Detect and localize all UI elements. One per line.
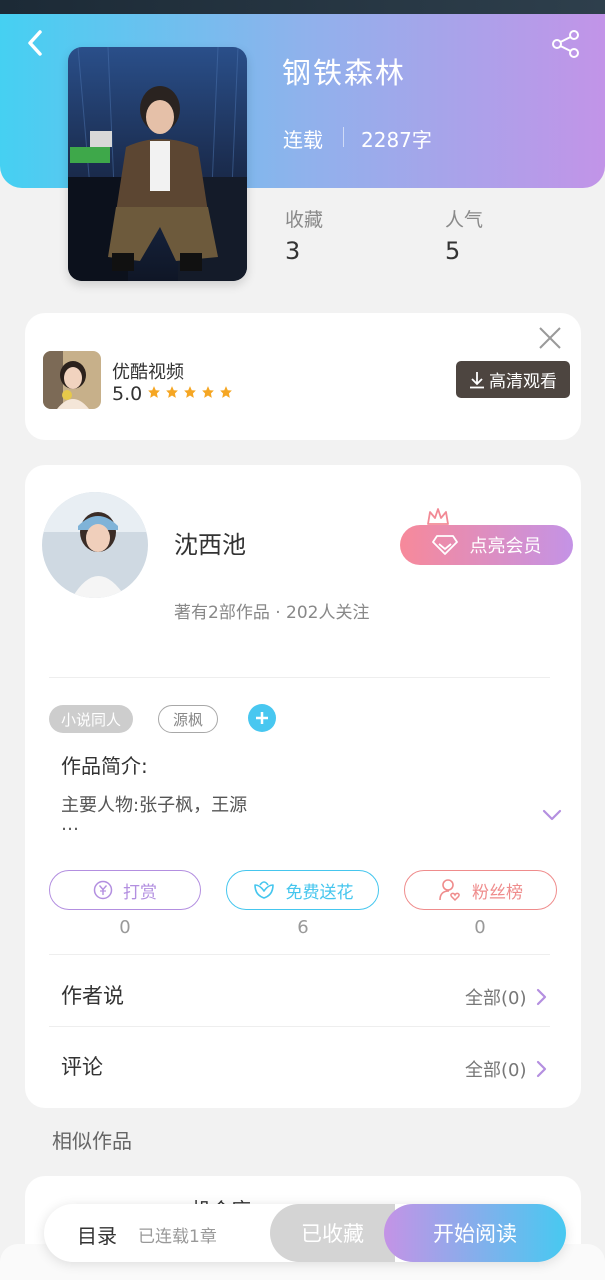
fan-ranking-label: 粉丝榜 — [472, 882, 523, 903]
word-count: 2287字 — [361, 128, 432, 152]
book-title: 钢铁森林 — [282, 56, 407, 90]
send-flower-label: 免费送花 — [285, 882, 354, 903]
chapter-count: 已连载1章 — [138, 1227, 217, 1247]
comments-count: 全部(0) — [465, 1060, 527, 1081]
expand-intro-button[interactable] — [541, 804, 563, 826]
similar-works-title: 相似作品 — [52, 1129, 132, 1153]
divider — [49, 954, 550, 955]
close-button[interactable] — [536, 324, 564, 352]
send-flower-button[interactable]: 免费送花 — [226, 870, 379, 910]
divider — [343, 127, 344, 147]
fan-ranking-button[interactable]: 粉丝榜 — [404, 870, 557, 910]
fan-count: 0 — [474, 917, 486, 938]
user-heart-icon — [439, 879, 460, 902]
star-icon — [202, 386, 214, 398]
add-tag-button[interactable] — [248, 704, 276, 732]
share-icon — [552, 30, 579, 58]
author-says-title: 作者说 — [61, 984, 124, 1008]
start-reading-button[interactable]: 开始阅读 — [384, 1204, 566, 1262]
chevron-right-icon — [536, 1060, 546, 1078]
yuan-coin-icon — [93, 880, 113, 900]
star-icon — [184, 386, 196, 398]
popularity-count: 5 — [445, 237, 461, 265]
chevron-right-icon — [536, 988, 546, 1006]
diamond-icon — [431, 535, 458, 555]
favorites-count: 3 — [285, 237, 301, 265]
popularity-label: 人气 — [445, 209, 484, 231]
ad-rating: 5.0 — [112, 383, 143, 405]
intro-title: 作品简介: — [61, 754, 148, 778]
author-says-count: 全部(0) — [465, 988, 527, 1009]
status-bar — [0, 0, 605, 14]
tip-label: 打赏 — [123, 882, 157, 903]
close-icon — [539, 327, 561, 349]
cover-image — [68, 47, 247, 281]
author-says-all-link[interactable]: 全部(0) — [465, 984, 547, 1010]
tag-category[interactable]: 小说同人 — [49, 705, 134, 733]
flower-count: 6 — [297, 917, 309, 938]
ad-app-name: 优酷视频 — [112, 362, 184, 383]
star-icon — [148, 386, 160, 398]
hd-watch-button[interactable]: 高清观看 — [456, 361, 570, 398]
tag-keyword[interactable]: 源枫 — [158, 705, 219, 733]
author-name: 沈西池 — [174, 531, 246, 559]
download-icon — [470, 371, 484, 388]
share-button[interactable] — [548, 26, 584, 62]
table-of-contents-button[interactable]: 目录 — [77, 1220, 117, 1249]
comments-title: 评论 — [61, 1055, 103, 1079]
star-rating — [147, 385, 233, 399]
collected-button[interactable]: 已收藏 — [270, 1204, 395, 1262]
favorites-label: 收藏 — [285, 209, 324, 231]
star-icon — [166, 386, 178, 398]
hd-watch-label: 高清观看 — [489, 372, 557, 392]
serial-status: 连载 — [283, 128, 323, 152]
chevron-left-icon — [28, 30, 42, 56]
flower-icon — [253, 881, 274, 899]
chevron-down-icon — [542, 809, 562, 821]
comments-all-link[interactable]: 全部(0) — [465, 1056, 547, 1082]
divider — [49, 1026, 550, 1027]
tip-count: 0 — [119, 917, 131, 938]
divider — [49, 677, 550, 678]
intro-ellipsis: … — [61, 814, 79, 835]
vip-membership-button[interactable]: 点亮会员 — [400, 525, 573, 565]
back-button[interactable] — [18, 26, 52, 60]
ad-app-thumbnail — [43, 351, 101, 409]
intro-text: 主要人物:张子枫，王源 — [61, 795, 248, 816]
plus-icon — [256, 712, 268, 724]
author-info: 著有2部作品 · 202人关注 — [174, 603, 370, 623]
tip-button[interactable]: 打赏 — [49, 870, 201, 910]
vip-button-label: 点亮会员 — [469, 536, 542, 557]
star-icon — [220, 386, 232, 398]
book-cover[interactable] — [68, 47, 247, 281]
author-avatar[interactable] — [42, 492, 148, 598]
